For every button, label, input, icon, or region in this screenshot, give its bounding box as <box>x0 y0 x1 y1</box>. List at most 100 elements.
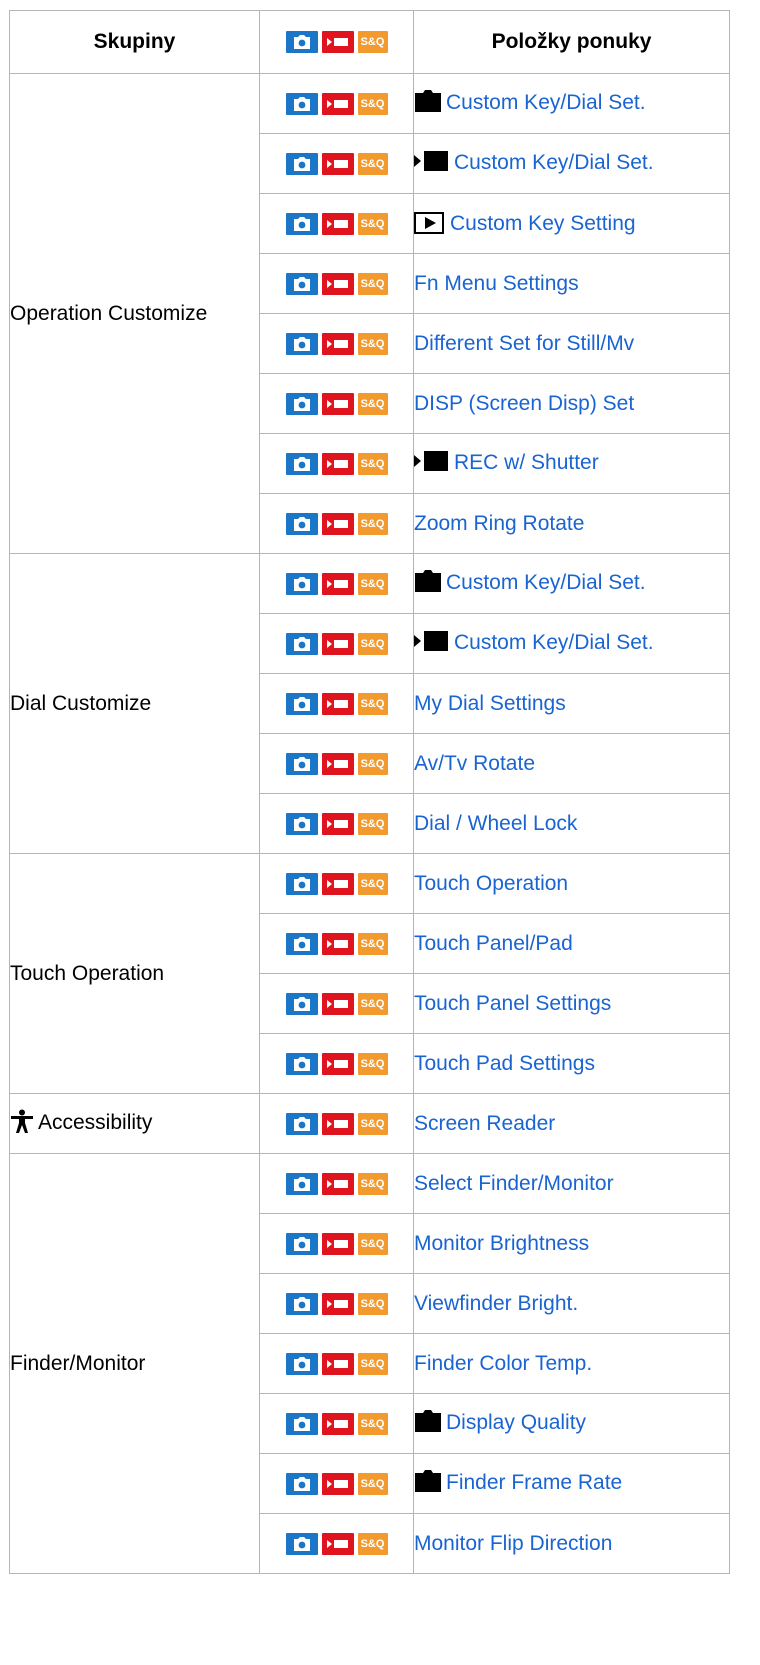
mode-cell: S&Q <box>259 133 414 194</box>
camera-icon <box>285 152 318 175</box>
menu-table: Skupiny S&Q Položky ponuky Operation Cus… <box>9 10 730 1574</box>
mode-badges: S&Q <box>285 392 388 415</box>
mode-cell: S&Q <box>259 313 414 374</box>
movie-mode-icon <box>414 630 450 658</box>
mode-cell: S&Q <box>259 373 414 434</box>
mode-cell: S&Q <box>259 433 414 494</box>
movie-icon <box>321 1352 354 1375</box>
menu-item-link[interactable]: Viewfinder Bright. <box>414 1292 578 1315</box>
camera-icon <box>285 992 318 1015</box>
camera-icon <box>285 212 318 235</box>
menu-item-link[interactable]: Select Finder/Monitor <box>414 1172 614 1195</box>
group-label: Accessibility <box>38 1110 153 1134</box>
camera-icon <box>285 92 318 115</box>
mode-cell: S&Q <box>259 913 414 974</box>
menu-item-cell: Touch Panel Settings <box>413 973 730 1034</box>
camera-icon <box>285 512 318 535</box>
mode-badges: S&Q <box>285 212 388 235</box>
movie-icon <box>321 1172 354 1195</box>
movie-icon <box>321 452 354 475</box>
menu-item-link[interactable]: Zoom Ring Rotate <box>414 512 584 535</box>
mode-cell: S&Q <box>259 1273 414 1334</box>
camera-icon <box>285 1052 318 1075</box>
menu-item-link[interactable]: Custom Key/Dial Set. <box>446 571 646 594</box>
movie-icon <box>321 31 354 54</box>
group-name: Finder/Monitor <box>9 1153 260 1574</box>
camera-icon <box>285 392 318 415</box>
mode-cell: S&Q <box>259 1393 414 1454</box>
menu-item-link[interactable]: DISP (Screen Disp) Set <box>414 392 634 415</box>
camera-icon <box>285 1232 318 1255</box>
menu-item-link[interactable]: Monitor Brightness <box>414 1232 589 1255</box>
mode-cell: S&Q <box>259 193 414 254</box>
menu-item-link[interactable]: My Dial Settings <box>414 692 566 715</box>
menu-item-link[interactable]: Screen Reader <box>414 1112 555 1135</box>
menu-item-link[interactable]: Dial / Wheel Lock <box>414 812 577 835</box>
header-groups: Skupiny <box>9 10 260 74</box>
menu-item-cell: DISP (Screen Disp) Set <box>413 373 730 434</box>
menu-item-link[interactable]: REC w/ Shutter <box>454 451 599 474</box>
menu-item-link[interactable]: Finder Color Temp. <box>414 1352 592 1375</box>
menu-item-cell: Custom Key/Dial Set. <box>413 73 730 134</box>
menu-item-link[interactable]: Touch Operation <box>414 872 568 895</box>
menu-item-cell: Viewfinder Bright. <box>413 1273 730 1334</box>
movie-icon <box>321 272 354 295</box>
movie-icon <box>321 392 354 415</box>
movie-icon <box>321 1052 354 1075</box>
sq-badge: S&Q <box>357 812 388 835</box>
mode-badges: S&Q <box>285 572 388 595</box>
menu-item-link[interactable]: Custom Key/Dial Set. <box>446 91 646 114</box>
menu-item-link[interactable]: Custom Key/Dial Set. <box>454 151 654 174</box>
movie-mode-icon <box>414 450 450 478</box>
menu-item-link[interactable]: Different Set for Still/Mv <box>414 332 634 355</box>
mode-badges: S&Q <box>285 1532 388 1555</box>
mode-cell: S&Q <box>259 973 414 1034</box>
menu-item-link[interactable]: Display Quality <box>446 1411 586 1434</box>
camera-icon <box>285 812 318 835</box>
group-name: Operation Customize <box>9 73 260 554</box>
mode-badges: S&Q <box>285 272 388 295</box>
movie-icon <box>321 152 354 175</box>
sq-badge: S&Q <box>357 1532 388 1555</box>
table-row: Dial Customize S&Q Custom Key/Dial Set. <box>9 553 730 854</box>
camera-icon <box>285 932 318 955</box>
table-row: Operation Customize S&Q Custom Key/Dial Se… <box>9 73 730 554</box>
menu-item-cell: Different Set for Still/Mv <box>413 313 730 374</box>
camera-icon <box>285 752 318 775</box>
sq-badge: S&Q <box>357 632 388 655</box>
mode-cell: S&Q <box>259 1153 414 1214</box>
movie-icon <box>321 812 354 835</box>
camera-icon <box>285 872 318 895</box>
still-camera-icon <box>414 1409 442 1438</box>
mode-badges: S&Q <box>285 31 388 54</box>
group-name: Touch Operation <box>9 853 260 1094</box>
camera-icon <box>285 452 318 475</box>
mode-badges: S&Q <box>285 452 388 475</box>
menu-item-link[interactable]: Touch Pad Settings <box>414 1052 595 1075</box>
group-name: Dial Customize <box>9 553 260 854</box>
menu-item-cell: My Dial Settings <box>413 673 730 734</box>
table-row: Finder/Monitor S&Q Select Finder/Monitor <box>9 1153 730 1574</box>
camera-icon <box>285 572 318 595</box>
menu-item-link[interactable]: Fn Menu Settings <box>414 272 579 295</box>
menu-item-link[interactable]: Custom Key Setting <box>450 212 636 235</box>
sq-badge: S&Q <box>357 752 388 775</box>
mode-cell: S&Q <box>259 793 414 854</box>
mode-cell: S&Q <box>259 673 414 734</box>
sq-badge: S&Q <box>357 1172 388 1195</box>
movie-icon <box>321 92 354 115</box>
menu-item-link[interactable]: Av/Tv Rotate <box>414 752 535 775</box>
menu-item-link[interactable]: Touch Panel Settings <box>414 992 611 1015</box>
movie-icon <box>321 752 354 775</box>
menu-item-link[interactable]: Monitor Flip Direction <box>414 1532 612 1555</box>
mode-badges: S&Q <box>285 512 388 535</box>
sq-badge: S&Q <box>357 92 388 115</box>
menu-item-link[interactable]: Finder Frame Rate <box>446 1471 622 1494</box>
menu-item-cell: Fn Menu Settings <box>413 253 730 314</box>
menu-item-link[interactable]: Custom Key/Dial Set. <box>454 631 654 654</box>
menu-item-link[interactable]: Touch Panel/Pad <box>414 932 573 955</box>
menu-item-cell: Custom Key/Dial Set. <box>413 613 730 674</box>
camera-icon <box>285 1412 318 1435</box>
sq-badge: S&Q <box>357 572 388 595</box>
mode-badges: S&Q <box>285 1412 388 1435</box>
